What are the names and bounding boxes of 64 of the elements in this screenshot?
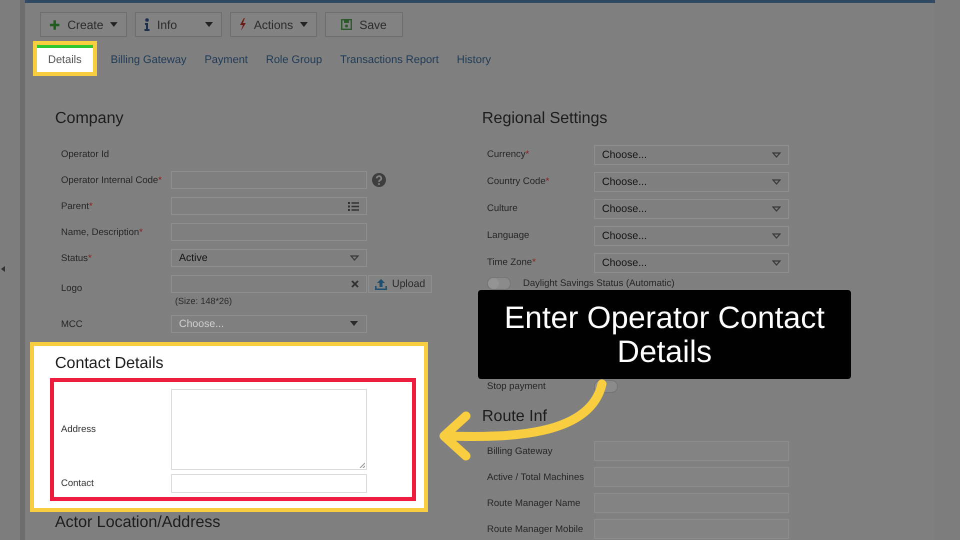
section-title: Company bbox=[55, 110, 124, 129]
dropdown-field[interactable]: Choose... bbox=[171, 315, 367, 333]
tab[interactable]: Transactions Report bbox=[331, 45, 448, 72]
callout-tooltip: Enter Operator Contact Details bbox=[478, 290, 851, 379]
field-label: Country Code* bbox=[487, 176, 550, 187]
caret-icon bbox=[350, 255, 359, 261]
list-icon bbox=[348, 202, 359, 210]
caret-icon bbox=[772, 152, 781, 158]
field-label: Operator Internal Code* bbox=[61, 174, 163, 186]
text-area[interactable] bbox=[171, 389, 367, 470]
section-title: Contact Details bbox=[55, 355, 164, 374]
info-icon bbox=[144, 18, 150, 31]
field-label: Currency* bbox=[487, 149, 530, 160]
select-field[interactable]: Choose... bbox=[594, 172, 789, 192]
toolbar-button[interactable]: Create bbox=[40, 12, 127, 37]
caret-icon bbox=[772, 260, 781, 266]
tab[interactable]: History bbox=[448, 45, 500, 72]
toggle-switch[interactable] bbox=[487, 276, 511, 290]
clear-icon[interactable] bbox=[351, 280, 359, 288]
collapse-icon[interactable] bbox=[1, 266, 5, 272]
tab[interactable]: Role Group bbox=[256, 45, 332, 72]
field-label: Operator Id bbox=[61, 148, 110, 160]
select-field[interactable]: Choose... bbox=[594, 198, 789, 218]
file-field[interactable] bbox=[171, 275, 367, 293]
resize-handle-icon[interactable] bbox=[359, 462, 365, 468]
field-label: Route Manager Mobile bbox=[487, 524, 584, 534]
field-label: MCC bbox=[61, 318, 84, 330]
select-field[interactable]: Choose... bbox=[594, 252, 789, 272]
caret-icon bbox=[772, 232, 781, 238]
toolbar-button[interactable]: Info bbox=[135, 12, 222, 37]
field-label: Name, Description* bbox=[61, 226, 144, 238]
field-label: Stop payment bbox=[487, 380, 547, 392]
field-label: Logo bbox=[61, 283, 84, 294]
field-label: Language bbox=[487, 230, 530, 241]
field-label: Time Zone* bbox=[487, 257, 537, 268]
lightning-icon bbox=[239, 18, 247, 31]
section-title: Regional Settings bbox=[482, 110, 608, 129]
section-title: Route Inf bbox=[482, 408, 548, 427]
caret-icon bbox=[350, 321, 359, 327]
select-field[interactable]: Choose... bbox=[594, 226, 789, 246]
field-label: Contact bbox=[61, 478, 95, 489]
plus-icon bbox=[49, 18, 60, 30]
field-label: Parent* bbox=[61, 200, 94, 212]
field-label: Status* bbox=[61, 252, 93, 264]
upload-icon bbox=[375, 278, 387, 290]
toolbar-button[interactable]: Save bbox=[325, 12, 403, 37]
field-label: Address bbox=[61, 424, 97, 435]
hint-text: (Size: 148*26) bbox=[175, 296, 234, 306]
tab[interactable]: Payment bbox=[195, 45, 257, 72]
field-label: Culture bbox=[487, 203, 519, 214]
caret-icon bbox=[772, 206, 781, 212]
field-label: Billing Gateway bbox=[487, 446, 554, 456]
field-label: Active / Total Machines bbox=[487, 472, 585, 482]
input-field[interactable] bbox=[171, 197, 367, 215]
caret-icon bbox=[772, 178, 781, 184]
field-label: Route Manager Name bbox=[487, 498, 582, 508]
tab[interactable]: Billing Gateway bbox=[102, 45, 196, 72]
help-icon[interactable] bbox=[372, 173, 386, 187]
select-field[interactable]: Choose... bbox=[594, 144, 789, 164]
field-label: Daylight Savings Status (Automatic) bbox=[523, 278, 675, 288]
upload-button[interactable]: Upload bbox=[368, 275, 432, 293]
section-title: Actor Location/Address bbox=[55, 513, 222, 533]
select-field[interactable]: Active bbox=[171, 249, 367, 267]
toolbar-button[interactable]: Actions bbox=[230, 12, 317, 37]
